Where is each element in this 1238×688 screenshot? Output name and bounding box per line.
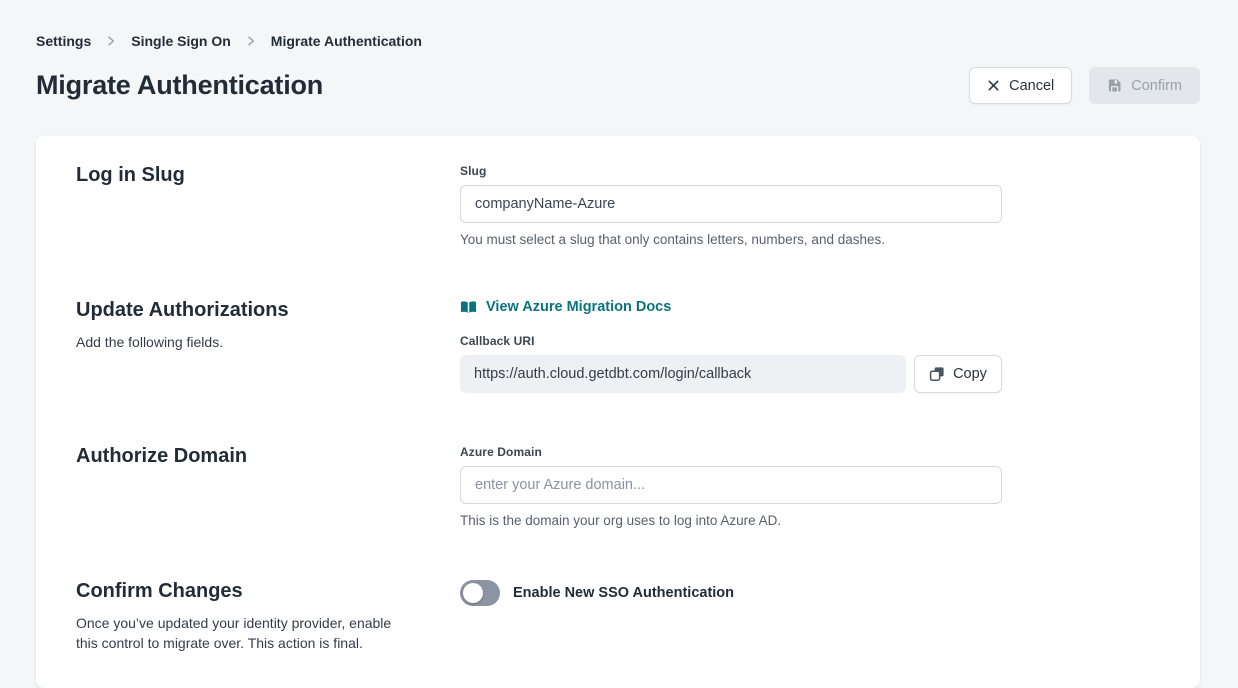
close-icon — [987, 79, 1000, 92]
chevron-right-icon — [105, 35, 117, 47]
page-header: Migrate Authentication Cancel Confirm — [36, 67, 1200, 104]
book-icon — [460, 300, 477, 314]
update-authorizations-description: Add the following fields. — [76, 332, 406, 352]
enable-sso-toggle[interactable] — [460, 580, 500, 606]
breadcrumb-single-sign-on[interactable]: Single Sign On — [131, 33, 231, 49]
update-authorizations-heading: Update Authorizations — [76, 299, 416, 322]
cancel-button[interactable]: Cancel — [969, 67, 1072, 104]
azure-domain-label: Azure Domain — [460, 445, 1002, 459]
callback-uri-label: Callback URI — [460, 334, 1002, 348]
breadcrumb-current: Migrate Authentication — [271, 33, 422, 49]
breadcrumb-settings[interactable]: Settings — [36, 33, 91, 49]
page-title: Migrate Authentication — [36, 70, 323, 101]
chevron-right-icon — [245, 35, 257, 47]
section-update-authorizations: Update Authorizations Add the following … — [76, 299, 1160, 393]
migrate-authentication-page: Settings Single Sign On Migrate Authenti… — [0, 0, 1238, 688]
slug-input[interactable] — [460, 185, 1002, 223]
slug-help-text: You must select a slug that only contain… — [460, 232, 1002, 247]
cancel-button-label: Cancel — [1009, 78, 1054, 94]
login-slug-heading: Log in Slug — [76, 164, 416, 187]
slug-label: Slug — [460, 164, 1002, 178]
section-confirm-changes: Confirm Changes Once you’ve updated your… — [76, 580, 1160, 654]
azure-domain-input[interactable] — [460, 466, 1002, 504]
authorize-domain-heading: Authorize Domain — [76, 445, 416, 468]
breadcrumb: Settings Single Sign On Migrate Authenti… — [36, 33, 1200, 49]
confirm-changes-heading: Confirm Changes — [76, 580, 416, 603]
copy-button[interactable]: Copy — [914, 355, 1002, 393]
callback-uri-row: https://auth.cloud.getdbt.com/login/call… — [460, 355, 1002, 393]
copy-button-label: Copy — [953, 366, 987, 382]
docs-link-label: View Azure Migration Docs — [486, 299, 671, 315]
section-authorize-domain: Authorize Domain Azure Domain This is th… — [76, 445, 1160, 528]
save-icon — [1107, 78, 1122, 93]
azure-domain-help-text: This is the domain your org uses to log … — [460, 513, 1002, 528]
confirm-button-label: Confirm — [1131, 78, 1182, 94]
section-login-slug: Log in Slug Slug You must select a slug … — [76, 164, 1160, 247]
copy-icon — [929, 366, 945, 382]
migrate-authentication-card: Log in Slug Slug You must select a slug … — [36, 136, 1200, 688]
callback-uri-value: https://auth.cloud.getdbt.com/login/call… — [460, 355, 906, 393]
sso-toggle-row: Enable New SSO Authentication — [460, 580, 1002, 606]
confirm-changes-description: Once you’ve updated your identity provid… — [76, 613, 406, 654]
header-actions: Cancel Confirm — [969, 67, 1200, 104]
confirm-button[interactable]: Confirm — [1089, 67, 1200, 104]
view-azure-migration-docs-link[interactable]: View Azure Migration Docs — [460, 299, 671, 315]
toggle-knob — [463, 583, 483, 603]
enable-sso-toggle-label: Enable New SSO Authentication — [513, 585, 734, 601]
